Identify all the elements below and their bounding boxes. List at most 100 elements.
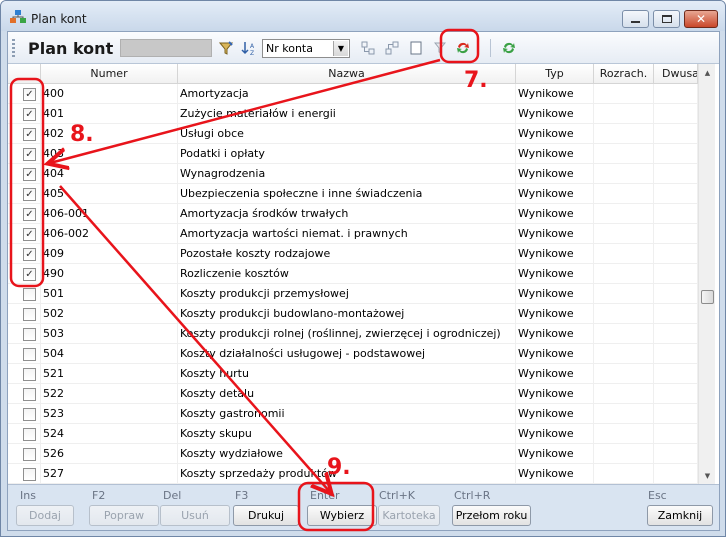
table-row[interactable]: 502 Koszty produkcji budowlano-montażowej… [8,304,698,324]
scroll-up-icon[interactable]: ▲ [699,64,716,81]
row-checkbox[interactable] [23,468,36,481]
table-row[interactable]: ✓ 405 Ubezpieczenia społeczne i inne świad… [8,184,698,204]
table-row[interactable]: 524 Koszty skupu Wynikowe [8,424,698,444]
row-dwusa [654,184,698,204]
kartoteka-button[interactable]: Kartoteka [378,505,440,526]
row-typ: Wynikowe [516,164,594,184]
dodaj-button[interactable]: Dodaj [16,505,74,526]
header-rozrach[interactable]: Rozrach. [594,64,654,84]
blank-page-icon[interactable] [408,40,424,56]
row-dwusa [654,224,698,244]
row-checkbox[interactable] [23,288,36,301]
popraw-button[interactable]: Popraw [89,505,159,526]
tree-expand-icon[interactable] [360,40,376,56]
row-dwusa [654,204,698,224]
table-row[interactable]: ✓ 400 Amortyzacja Wynikowe [8,84,698,104]
row-checkbox[interactable]: ✓ [23,108,36,121]
row-check-cell [8,444,41,464]
tree-collapse-icon[interactable] [384,40,400,56]
table-row[interactable]: 504 Koszty działalności usługowej - podst… [8,344,698,364]
row-checkbox[interactable] [23,348,36,361]
row-checkbox[interactable] [23,328,36,341]
scroll-thumb[interactable] [701,290,714,304]
table-row[interactable]: 501 Koszty produkcji przemysłowej Wynikowe [8,284,698,304]
refresh-red-icon[interactable] [455,40,471,56]
row-checkbox[interactable]: ✓ [23,188,36,201]
usun-button[interactable]: Usuń [160,505,230,526]
table-row[interactable]: ✓ 406-001 Amortyzacja środków trwałych Wyni… [8,204,698,224]
row-dwusa [654,244,698,264]
row-nazwa: Wynagrodzenia [178,164,516,184]
table-row[interactable]: ✓ 490 Rozliczenie kosztów Wynikowe [8,264,698,284]
table-row[interactable]: 522 Koszty detalu Wynikowe [8,384,698,404]
row-checkbox[interactable] [23,308,36,321]
wybierz-button[interactable]: Wybierz [307,505,377,526]
table-row[interactable]: 523 Koszty gastronomii Wynikowe [8,404,698,424]
filter-icon[interactable] [218,40,234,56]
row-checkbox[interactable]: ✓ [23,128,36,141]
row-rozrach [594,264,654,284]
header-check[interactable] [8,64,41,84]
toolbar-grip-icon[interactable] [12,39,15,57]
row-checkbox[interactable]: ✓ [23,268,36,281]
row-numer: 523 [41,404,178,424]
minimize-button[interactable] [622,10,649,28]
table-row[interactable]: ✓ 404 Wynagrodzenia Wynikowe [8,164,698,184]
drukuj-button[interactable]: Drukuj [233,505,299,526]
row-nazwa: Usługi obce [178,124,516,144]
row-checkbox[interactable]: ✓ [23,168,36,181]
header-dwusa[interactable]: Dwusa [654,64,698,84]
row-nazwa: Koszty produkcji rolnej (roślinnej, zwie… [178,324,516,344]
close-button[interactable]: ✕ [684,10,718,28]
filter-clear-icon[interactable] [432,40,448,56]
row-dwusa [654,144,698,164]
row-checkbox[interactable] [23,368,36,381]
header-typ[interactable]: Typ [516,64,594,84]
maximize-button[interactable] [653,10,680,28]
row-dwusa [654,264,698,284]
sort-az-icon[interactable]: AZ [241,40,257,56]
table-row[interactable]: 526 Koszty wydziałowe Wynikowe [8,444,698,464]
zamknij-button[interactable]: Zamknij [647,505,713,526]
row-checkbox[interactable]: ✓ [23,88,36,101]
row-checkbox[interactable]: ✓ [23,248,36,261]
table-row[interactable]: ✓ 403 Podatki i opłaty Wynikowe [8,144,698,164]
table-row[interactable]: ✓ 409 Pozostałe koszty rodzajowe Wynikowe [8,244,698,264]
row-check-cell: ✓ [8,164,41,184]
search-input[interactable] [120,39,212,57]
table-row[interactable]: ✓ 401 Zużycie materiałów i energii Wynikowe [8,104,698,124]
table-row[interactable]: ✓ 406-002 Amortyzacja wartości niemat. i p… [8,224,698,244]
row-nazwa: Zużycie materiałów i energii [178,104,516,124]
table-row[interactable]: 521 Koszty hurtu Wynikowe [8,364,698,384]
row-check-cell: ✓ [8,224,41,244]
table-row[interactable]: ✓ 402 Usługi obce Wynikowe [8,124,698,144]
row-dwusa [654,404,698,424]
row-checkbox[interactable]: ✓ [23,148,36,161]
row-typ: Wynikowe [516,184,594,204]
svg-text:Z: Z [250,50,254,56]
przelom-roku-button[interactable]: Przełom roku [452,505,531,526]
header-numer[interactable]: Numer [41,64,178,84]
row-checkbox[interactable] [23,408,36,421]
scroll-down-icon[interactable]: ▼ [699,467,716,484]
row-check-cell [8,384,41,404]
row-checkbox[interactable] [23,388,36,401]
vertical-scrollbar[interactable]: ▲ ▼ [698,64,715,484]
row-nazwa: Pozostałe koszty rodzajowe [178,244,516,264]
row-checkbox[interactable] [23,428,36,441]
row-checkbox[interactable]: ✓ [23,208,36,221]
row-typ: Wynikowe [516,424,594,444]
row-checkbox[interactable]: ✓ [23,228,36,241]
row-typ: Wynikowe [516,244,594,264]
row-check-cell: ✓ [8,244,41,264]
refresh-green-icon[interactable] [501,40,517,56]
table-row[interactable]: 527 Koszty sprzedaży produktów Wynikowe [8,464,698,484]
row-checkbox[interactable] [23,448,36,461]
chevron-down-icon[interactable]: ▼ [333,41,348,56]
table-row[interactable]: 503 Koszty produkcji rolnej (roślinnej, z… [8,324,698,344]
sort-select[interactable]: Nr konta ▼ [262,39,350,58]
action-bar: Ins Dodaj F2 Popraw Del Usuń F3 Drukuj Enter Wybi… [8,484,719,530]
row-check-cell: ✓ [8,144,41,164]
row-numer: 502 [41,304,178,324]
title-bar[interactable]: Plan kont ✕ [1,1,725,31]
